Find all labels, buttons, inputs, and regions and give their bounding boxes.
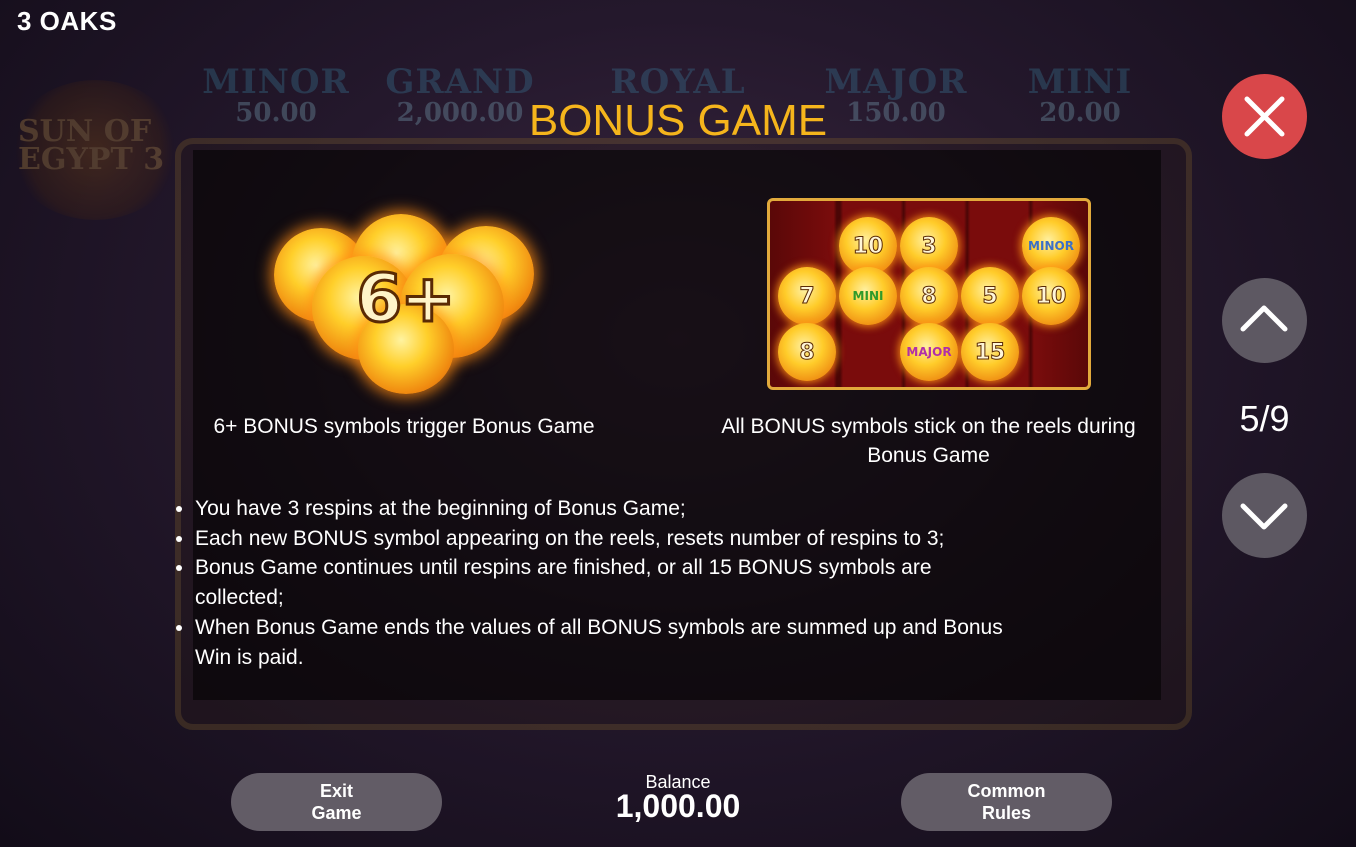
common-rules-label: Common <box>967 781 1046 801</box>
grid-coin: 15 <box>961 323 1019 381</box>
common-rules-label: Rules <box>981 803 1032 823</box>
page-counter: 5/9 <box>1239 398 1290 439</box>
grid-coin: 7 <box>778 267 836 325</box>
chevron-down-icon <box>1240 503 1288 530</box>
sticky-caption: All BONUS symbols stick on the reels dur… <box>700 412 1157 470</box>
close-button[interactable] <box>1222 74 1307 159</box>
brand-logo: 3 OAKS <box>17 6 117 36</box>
bonus-grid-illustration: 10 3 MINOR 7 MINI 8 5 10 8 MAJOR 15 <box>767 198 1091 390</box>
chevron-up-icon <box>1240 305 1288 332</box>
exit-game-button[interactable]: Exit Game <box>231 773 442 831</box>
grid-coin: 8 <box>778 323 836 381</box>
previous-page-button[interactable] <box>1222 278 1307 363</box>
common-rules-button[interactable]: Common Rules <box>901 773 1112 831</box>
jackpot-royal: ROYAL <box>598 62 758 102</box>
rule-item: When Bonus Game ends the values of all B… <box>195 613 1035 672</box>
trigger-caption: 6+ BONUS symbols trigger Bonus Game <box>213 415 595 438</box>
sticky-caption-line: All BONUS symbols stick on the reels dur… <box>721 415 1136 438</box>
rule-item: Each new BONUS symbol appearing on the r… <box>195 524 1075 554</box>
sticky-caption-line: Bonus Game <box>867 444 990 467</box>
exit-game-label: Game <box>311 803 362 823</box>
grid-coin: 5 <box>961 267 1019 325</box>
page-title: BONUS GAME <box>528 96 828 145</box>
trigger-symbol-illustration: 6+ <box>262 208 544 398</box>
trigger-count-label: 6+ <box>355 259 457 339</box>
grid-coin-major: MAJOR <box>900 323 958 381</box>
rules-list: You have 3 respins at the beginning of B… <box>168 494 1075 672</box>
rule-item: You have 3 respins at the beginning of B… <box>195 494 1075 524</box>
rule-item: Bonus Game continues until respins are f… <box>195 553 955 612</box>
exit-game-label: Exit <box>319 781 353 801</box>
grid-coin-mini: MINI <box>839 267 897 325</box>
next-page-button[interactable] <box>1222 473 1307 558</box>
grid-coin: 10 <box>1022 267 1080 325</box>
grid-coin: 8 <box>900 267 958 325</box>
close-icon <box>1244 96 1285 137</box>
balance-value: 1,000.00 <box>615 788 741 824</box>
